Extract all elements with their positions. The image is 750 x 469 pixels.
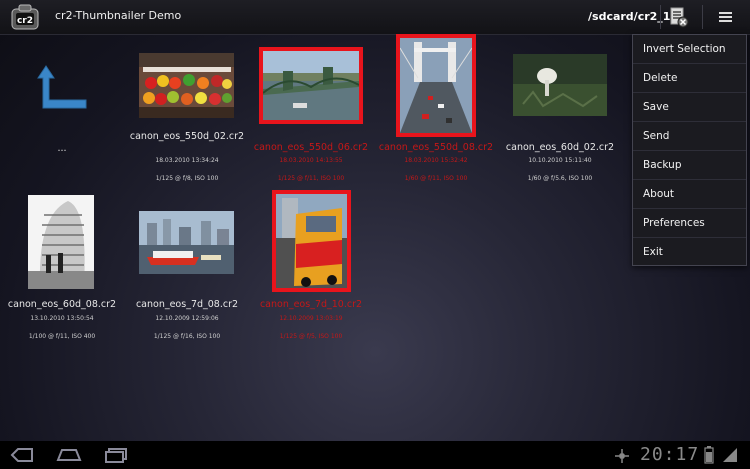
menu-item-invert-selection[interactable]: Invert Selection xyxy=(633,35,746,63)
menu-item-preferences[interactable]: Preferences xyxy=(633,209,746,237)
file-exif: 1/60 @ f/5.6, ISO 100 xyxy=(527,175,593,182)
thumbnail-image[interactable] xyxy=(139,211,234,274)
menu-item-about[interactable]: About xyxy=(633,180,746,208)
back-icon[interactable] xyxy=(10,447,36,464)
file-name: canon_eos_7d_08.cr2 xyxy=(135,299,239,310)
parent-folder-label: ... xyxy=(57,143,67,154)
file-date: 12.10.2009 12:59:06 xyxy=(155,315,219,322)
wifi-icon xyxy=(722,446,738,464)
file-date: 13.10.2010 13:50:54 xyxy=(30,315,94,322)
file-date: 18.03.2010 15:32:42 xyxy=(404,157,468,164)
menu-item-save[interactable]: Save xyxy=(633,93,746,121)
file-exif: 1/100 @ f/11, ISO 400 xyxy=(28,333,96,340)
clock: 20:17 xyxy=(640,444,700,465)
file-date: 18.03.2010 14:13:55 xyxy=(279,157,343,164)
file-name: canon_eos_550d_08.cr2 xyxy=(378,142,494,153)
usb-debug-icon xyxy=(615,448,629,463)
file-name: canon_eos_550d_06.cr2 xyxy=(253,142,369,153)
system-bar: 20:17 xyxy=(0,441,750,469)
thumbnail-image[interactable] xyxy=(396,34,476,137)
overflow-menu-icon[interactable] xyxy=(715,6,737,28)
file-exif: 1/125 @ f/5, ISO 100 xyxy=(279,333,343,340)
current-path: /sdcard/cr2_1 xyxy=(588,10,671,23)
thumbnail-image[interactable] xyxy=(259,47,363,124)
thumbnail-image[interactable] xyxy=(28,195,94,289)
file-exif: 1/60 @ f/11, ISO 100 xyxy=(404,175,468,182)
file-date: 18.03.2010 13:34:24 xyxy=(155,157,219,164)
divider xyxy=(702,5,703,29)
app-title: cr2-Thumbnailer Demo xyxy=(55,9,182,22)
thumbnail-image[interactable] xyxy=(513,54,607,116)
thumbnail-image[interactable] xyxy=(139,53,234,118)
app-icon-label: cr2 xyxy=(17,16,33,26)
deselect-list-icon[interactable] xyxy=(668,6,690,28)
overflow-menu: Invert Selection Delete Save Send Backup… xyxy=(632,34,747,266)
menu-item-send[interactable]: Send xyxy=(633,122,746,150)
file-date: 10.10.2010 15:11:40 xyxy=(528,157,592,164)
home-icon[interactable] xyxy=(56,446,82,464)
action-bar: cr2 cr2-Thumbnailer Demo /sdcard/cr2_1 xyxy=(0,0,750,35)
file-date: 12.10.2009 13:03:19 xyxy=(279,315,343,322)
menu-item-delete[interactable]: Delete xyxy=(633,64,746,92)
app-icon[interactable]: cr2 xyxy=(10,2,40,32)
recent-apps-icon[interactable] xyxy=(104,446,130,464)
thumbnail-image[interactable] xyxy=(272,190,351,292)
up-arrow-icon xyxy=(32,64,92,114)
file-name: canon_eos_60d_02.cr2 xyxy=(505,142,615,153)
file-name: canon_eos_550d_02.cr2 xyxy=(129,131,245,142)
file-exif: 1/125 @ f/8, ISO 100 xyxy=(155,175,219,182)
divider xyxy=(660,5,661,29)
file-name: canon_eos_7d_10.cr2 xyxy=(259,299,363,310)
menu-item-backup[interactable]: Backup xyxy=(633,151,746,179)
file-name: canon_eos_60d_08.cr2 xyxy=(7,299,117,310)
file-exif: 1/125 @ f/16, ISO 100 xyxy=(153,333,221,340)
menu-item-exit[interactable]: Exit xyxy=(633,238,746,266)
file-exif: 1/125 @ f/11, ISO 100 xyxy=(277,175,345,182)
battery-icon xyxy=(704,446,714,464)
